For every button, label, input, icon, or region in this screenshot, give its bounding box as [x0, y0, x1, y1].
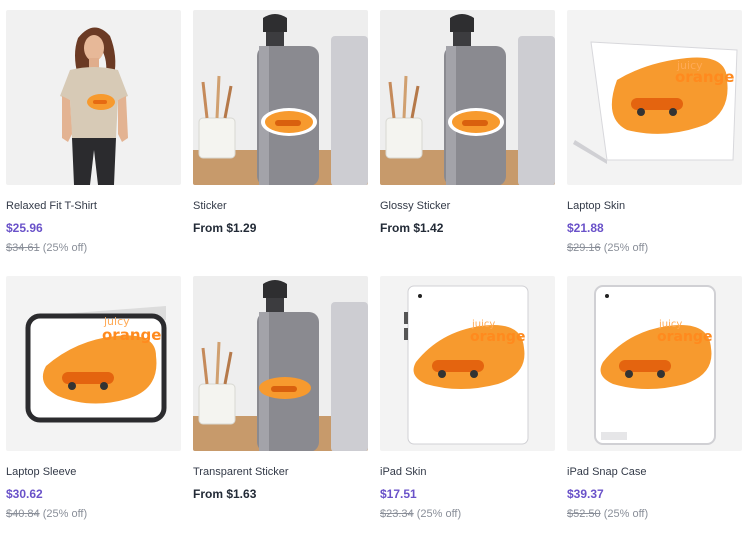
product-card[interactable]: juicy orange iPad Snap Case $39.37 $52.5…	[567, 276, 742, 542]
product-image[interactable]: juicy orange	[6, 276, 181, 451]
product-title[interactable]: Transparent Sticker	[193, 466, 289, 478]
original-price: $29.16	[567, 242, 601, 254]
product-image[interactable]	[193, 276, 368, 451]
bottle-sticker-image	[380, 14, 555, 185]
original-price: $34.61	[6, 242, 40, 254]
tshirt-model-image	[60, 27, 128, 185]
original-price: $23.34	[380, 508, 414, 520]
product-card[interactable]: Sticker From $1.29	[193, 10, 368, 276]
product-title[interactable]: Laptop Skin	[567, 200, 625, 212]
product-card[interactable]: juicy orange iPad Skin $17.51 $23.34 (25…	[380, 276, 555, 542]
product-price: $25.96	[6, 221, 43, 235]
product-card[interactable]: Glossy Sticker From $1.42	[380, 10, 555, 276]
ipad-skin-image	[404, 285, 529, 445]
product-grid: Relaxed Fit T-Shirt $25.96 $34.61 (25% o…	[6, 10, 742, 542]
original-price: $52.50	[567, 508, 601, 520]
artwork-text-large: orange	[675, 68, 735, 86]
artwork-text-large: orange	[657, 329, 713, 345]
artwork-text-large: orange	[470, 329, 526, 345]
product-card[interactable]: juicy orange Laptop Skin $21.88 $29.16 (…	[567, 10, 742, 276]
product-image[interactable]	[6, 10, 181, 185]
product-card[interactable]: Relaxed Fit T-Shirt $25.96 $34.61 (25% o…	[6, 10, 181, 276]
ipad-case-image	[594, 285, 716, 445]
laptop-sleeve-image	[25, 306, 167, 423]
product-title[interactable]: Laptop Sleeve	[6, 466, 76, 478]
product-image[interactable]	[193, 10, 368, 185]
bottle-sticker-image	[193, 280, 368, 451]
laptop-skin-image	[573, 41, 738, 164]
product-image[interactable]: juicy orange	[380, 276, 555, 451]
original-price-row: $29.16 (25% off)	[567, 242, 648, 254]
product-price: From $1.42	[380, 221, 444, 235]
product-price: $17.51	[380, 487, 417, 501]
original-price-row: $40.84 (25% off)	[6, 508, 87, 520]
discount-label: (25% off)	[42, 242, 88, 254]
discount-label: (25% off)	[416, 508, 462, 520]
product-title[interactable]: iPad Snap Case	[567, 466, 647, 478]
product-image[interactable]: juicy orange	[567, 10, 742, 185]
bottle-sticker-image	[193, 14, 368, 185]
product-image[interactable]: juicy orange	[567, 276, 742, 451]
original-price-row: $52.50 (25% off)	[567, 508, 648, 520]
original-price-row: $23.34 (25% off)	[380, 508, 461, 520]
product-price: From $1.63	[193, 487, 257, 501]
discount-label: (25% off)	[603, 508, 649, 520]
original-price-row: $34.61 (25% off)	[6, 242, 87, 254]
product-price: From $1.29	[193, 221, 257, 235]
product-price: $30.62	[6, 487, 43, 501]
discount-label: (25% off)	[603, 242, 649, 254]
discount-label: (25% off)	[42, 508, 88, 520]
artwork-text-large: orange	[102, 326, 162, 344]
product-price: $21.88	[567, 221, 604, 235]
product-title[interactable]: Glossy Sticker	[380, 200, 450, 212]
original-price: $40.84	[6, 508, 40, 520]
product-card[interactable]: Transparent Sticker From $1.63	[193, 276, 368, 542]
product-title[interactable]: iPad Skin	[380, 466, 426, 478]
product-price: $39.37	[567, 487, 604, 501]
product-title[interactable]: Relaxed Fit T-Shirt	[6, 200, 97, 212]
product-title[interactable]: Sticker	[193, 200, 227, 212]
product-card[interactable]: juicy orange Laptop Sleeve $30.62 $40.84…	[6, 276, 181, 542]
product-image[interactable]	[380, 10, 555, 185]
